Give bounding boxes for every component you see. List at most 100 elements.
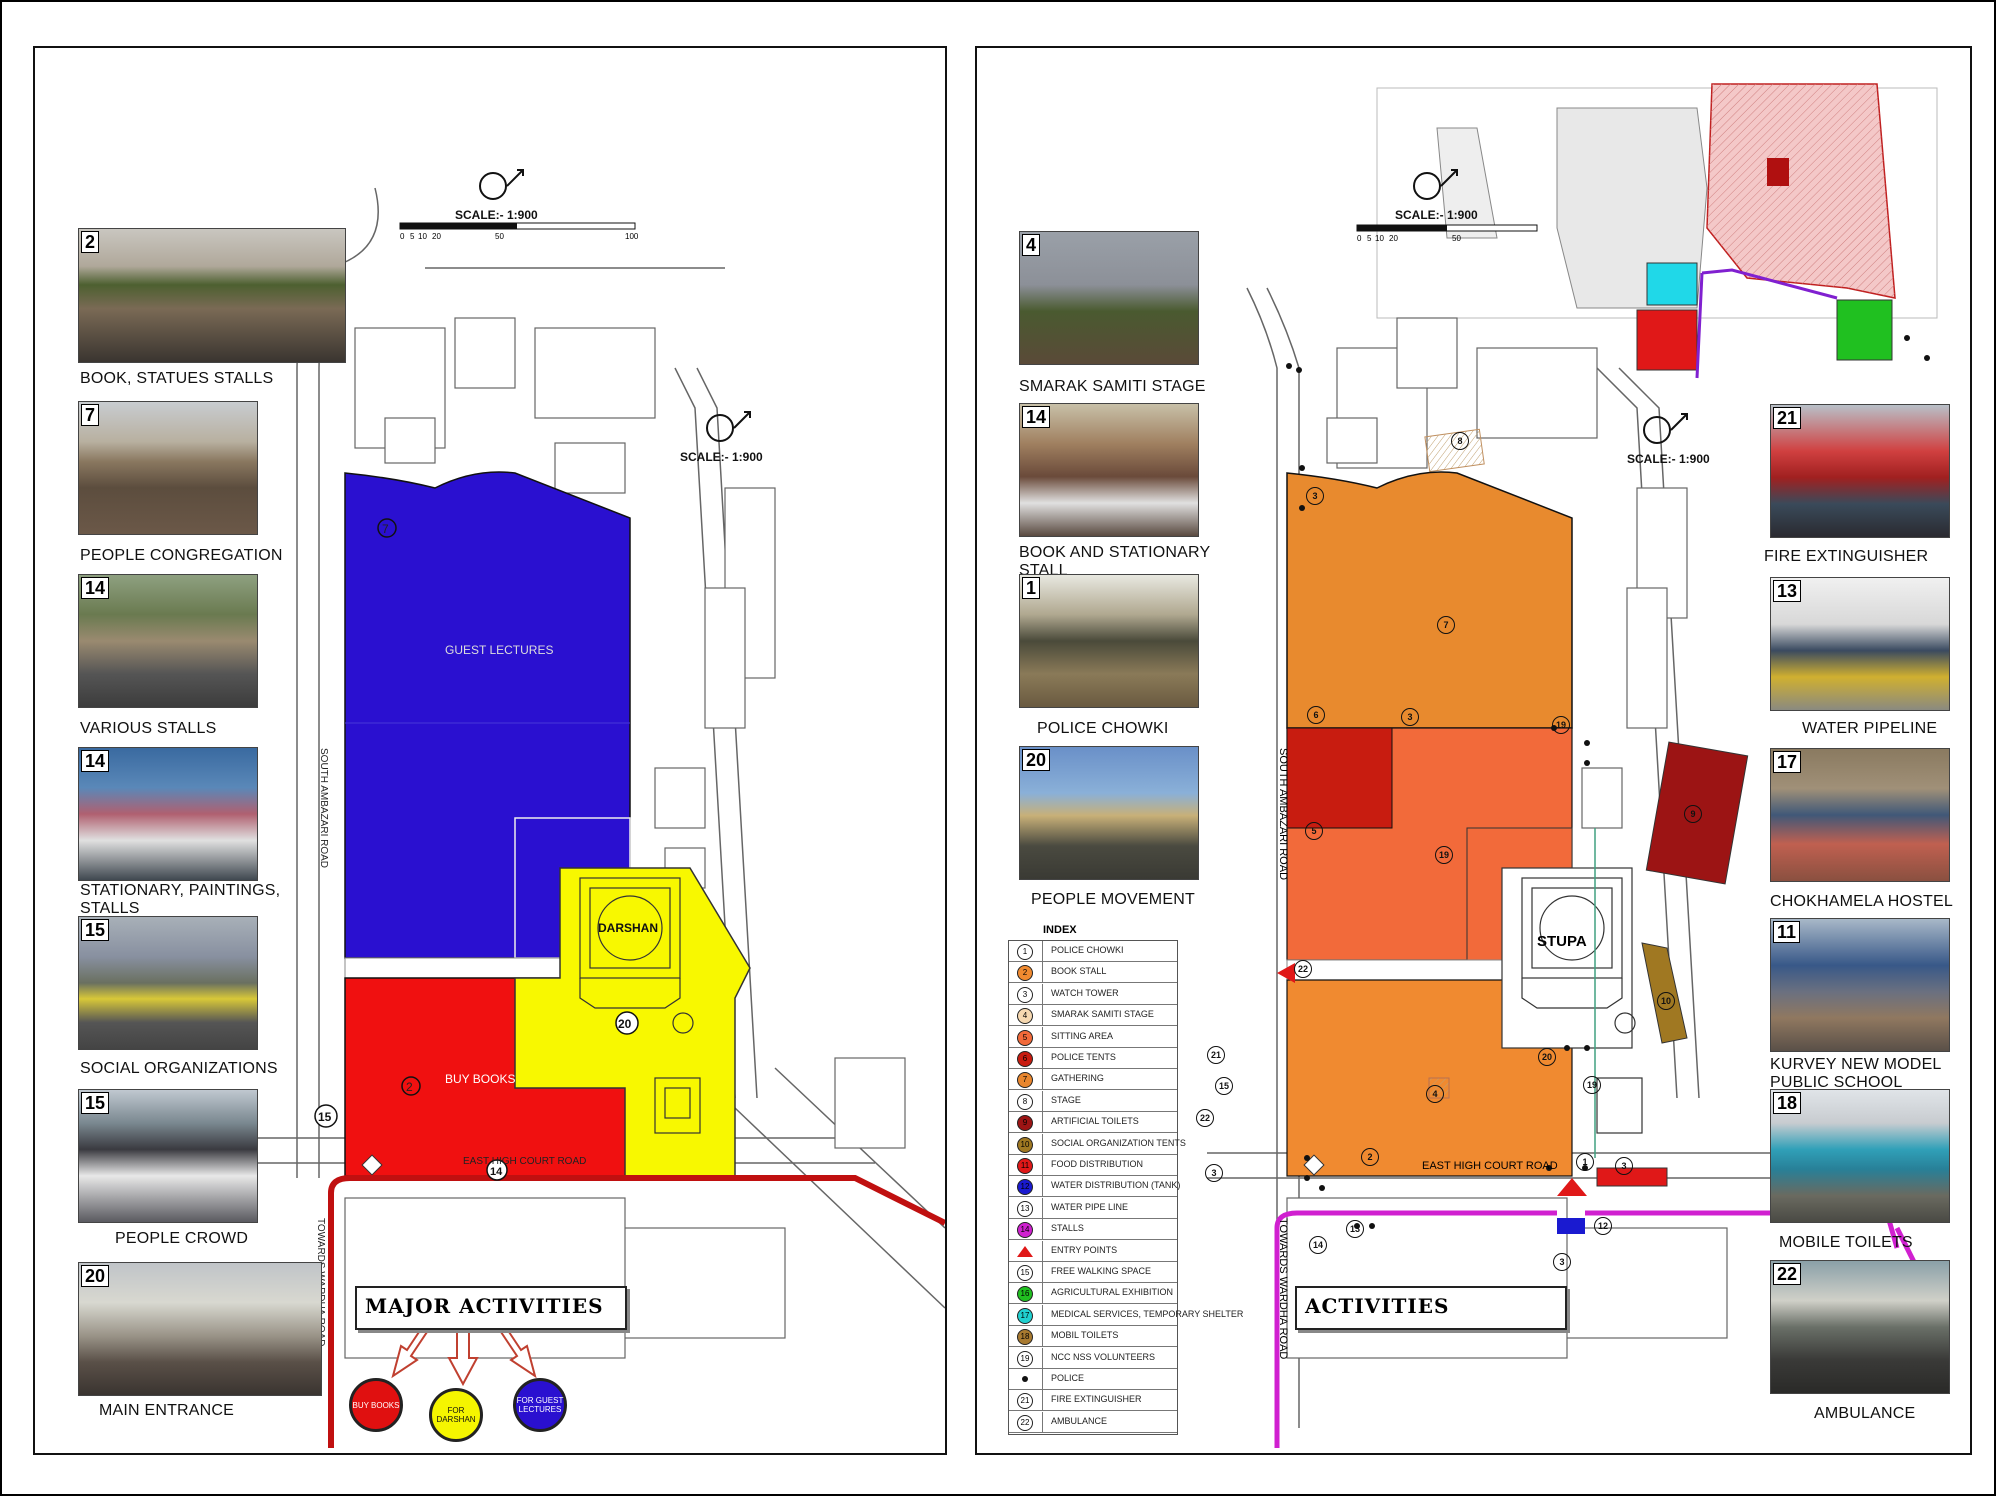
major-activities-title: MAJOR ACTIVITIES <box>355 1286 627 1330</box>
photo-water-pipeline: 13 <box>1770 577 1950 711</box>
legend-label: POLICE <box>1051 1373 1085 1383</box>
legend-label: NCC NSS VOLUNTEERS <box>1051 1351 1156 1362</box>
legend-row: 2 BOOK STALL <box>1009 962 1177 984</box>
map-number: 2 <box>1361 1148 1379 1166</box>
stupa-label: STUPA <box>1537 933 1587 950</box>
caption-main-entrance: MAIN ENTRANCE <box>99 1402 235 1419</box>
legend-symbol: 14 <box>1009 1219 1043 1240</box>
photo-police-chowki: 1 <box>1019 574 1199 708</box>
south-road-label: SOUTH AMBAZARI ROAD <box>1277 748 1289 881</box>
scale-label-inner: SCALE:- 1:900 <box>1627 452 1710 466</box>
map-number: 19 <box>1583 1076 1601 1094</box>
caption-police-chowki: POLICE CHOWKI <box>1037 720 1169 737</box>
map-number: 10 <box>1657 992 1675 1010</box>
legend-label: ARTIFICIAL TOILETS <box>1051 1116 1139 1127</box>
photo-ambulance: 22 <box>1770 1260 1950 1394</box>
legend-label: BOOK STALL <box>1051 966 1107 977</box>
darshan-button[interactable]: FOR DARSHAN <box>429 1388 483 1442</box>
east-road-label: EAST HIGH COURT ROAD <box>1422 1160 1558 1172</box>
map-number: 7 <box>1437 616 1455 634</box>
legend-row: 19 NCC NSS VOLUNTEERS <box>1009 1347 1177 1369</box>
legend-row: 11 FOOD DISTRIBUTION <box>1009 1155 1177 1176</box>
caption-book-statues-stalls: BOOK, STATUES STALLS <box>80 370 274 387</box>
legend-row: 7 GATHERING <box>1009 1069 1177 1091</box>
caption-fire-extinguisher: FIRE EXTINGUISHER <box>1764 548 1929 565</box>
legend-row: 9 ARTIFICIAL TOILETS <box>1009 1112 1177 1134</box>
darshan-label: DARSHAN <box>598 921 658 935</box>
legend-label: MEDICAL SERVICES, TEMPORARY SHELTER <box>1051 1308 1244 1319</box>
activities-title: ACTIVITIES <box>1295 1286 1567 1330</box>
legend-symbol: 22 <box>1009 1411 1043 1432</box>
caption-ambulance: AMBULANCE <box>1814 1405 1916 1422</box>
legend-symbol <box>1009 1369 1043 1389</box>
photo-chokhamela-hostel: 17 <box>1770 748 1950 882</box>
legend-symbol: 3 <box>1009 983 1043 1004</box>
map-number: 8 <box>1451 432 1469 450</box>
legend-row: 8 STAGE <box>1009 1090 1177 1112</box>
buy-books-label: BUY BOOKS <box>445 1072 515 1086</box>
scale-label: SCALE:- 1:900 <box>455 208 538 222</box>
map-number: 19 <box>1552 716 1570 734</box>
scale-label: SCALE:- 1:900 <box>1395 208 1478 222</box>
caption-stationary-paintings: STATIONARY, PAINTINGS, STALLS <box>80 882 281 917</box>
guest-lectures-label: GUEST LECTURES <box>445 643 553 657</box>
legend-symbol: 10 <box>1009 1133 1043 1154</box>
label-7: 7 <box>382 522 389 536</box>
label-20: 20 <box>618 1017 632 1031</box>
south-road-label: SOUTH AMBAZARI ROAD <box>318 748 329 868</box>
legend-symbol: 16 <box>1009 1283 1043 1304</box>
map-number: 21 <box>1207 1046 1225 1064</box>
guest-lectures-button[interactable]: FOR GUEST LECTURES <box>513 1378 567 1432</box>
legend-label: AGRICULTURAL EXHIBITION <box>1051 1287 1174 1298</box>
map-number: 3 <box>1306 487 1324 505</box>
legend-row: POLICE <box>1009 1369 1177 1390</box>
caption-people-movement: PEOPLE MOVEMENT <box>1031 891 1195 908</box>
legend-row: 10 SOCIAL ORGANIZATION TENTS <box>1009 1133 1186 1155</box>
legend-row: 1 POLICE CHOWKI <box>1009 941 1177 962</box>
caption-chokhamela-hostel: CHOKHAMELA HOSTEL <box>1770 893 1954 910</box>
map-number: 22 <box>1294 960 1312 978</box>
caption-smarak-samiti-stage: SMARAK SAMITI STAGE <box>1019 378 1206 395</box>
legend-symbol: 8 <box>1009 1090 1043 1111</box>
map-number: 22 <box>1196 1109 1214 1127</box>
legend-row: 3 WATCH TOWER <box>1009 983 1177 1005</box>
legend-symbol: 12 <box>1009 1176 1043 1197</box>
legend-symbol: 9 <box>1009 1112 1043 1133</box>
legend-label: FIRE EXTINGUISHER <box>1051 1394 1142 1405</box>
buy-books-button[interactable]: BUY BOOKS <box>349 1378 403 1432</box>
caption-kurvey-school: KURVEY NEW MODEL PUBLIC SCHOOL <box>1770 1056 1941 1091</box>
map-number: 3 <box>1615 1157 1633 1175</box>
legend-label: FOOD DISTRIBUTION <box>1051 1159 1143 1169</box>
legend-row: 12 WATER DISTRIBUTION (TANK) <box>1009 1176 1181 1198</box>
legend-row: 21 FIRE EXTINGUISHER <box>1009 1390 1177 1412</box>
photo-various-stalls: 14 <box>78 574 258 708</box>
photo-smarak-samiti-stage: 4 <box>1019 231 1199 365</box>
legend-label: WATER PIPE LINE <box>1051 1201 1129 1212</box>
caption-mobile-toilets: MOBILE TOILETS <box>1779 1234 1913 1251</box>
wardha-road-label: TOWARDS WARDHA ROAD <box>1277 1218 1289 1360</box>
legend-label: STAGE <box>1051 1094 1081 1105</box>
index-title: INDEX <box>1043 924 1077 936</box>
legend-symbol: 15 <box>1009 1262 1043 1282</box>
legend-symbol: 17 <box>1009 1304 1043 1325</box>
photo-people-congregation: 7 <box>78 401 258 535</box>
map-number: 12 <box>1594 1217 1612 1235</box>
legend-symbol: 4 <box>1009 1005 1043 1026</box>
legend-label: WATER DISTRIBUTION (TANK) <box>1051 1180 1181 1191</box>
map-number: 5 <box>1305 822 1323 840</box>
map-number: 4 <box>1426 1085 1444 1103</box>
legend-label: SOCIAL ORGANIZATION TENTS <box>1051 1137 1186 1148</box>
photo-mobile-toilets: 18 <box>1770 1089 1950 1223</box>
legend-symbol: 19 <box>1009 1347 1043 1368</box>
legend-row: 13 WATER PIPE LINE <box>1009 1197 1177 1219</box>
legend-label: MOBIL TOILETS <box>1051 1330 1119 1341</box>
legend-row: 5 SITTING AREA <box>1009 1026 1177 1048</box>
east-road-label: EAST HIGH COURT ROAD <box>463 1156 586 1167</box>
legend-symbol: 1 <box>1009 941 1043 961</box>
map-number: 6 <box>1307 706 1325 724</box>
caption-various-stalls: VARIOUS STALLS <box>80 720 217 737</box>
legend-label: FREE WALKING SPACE <box>1051 1266 1152 1276</box>
legend-label: STALLS <box>1051 1223 1084 1234</box>
legend-row: 4 SMARAK SAMITI STAGE <box>1009 1005 1177 1027</box>
photo-main-entrance: 20 <box>78 1262 322 1396</box>
